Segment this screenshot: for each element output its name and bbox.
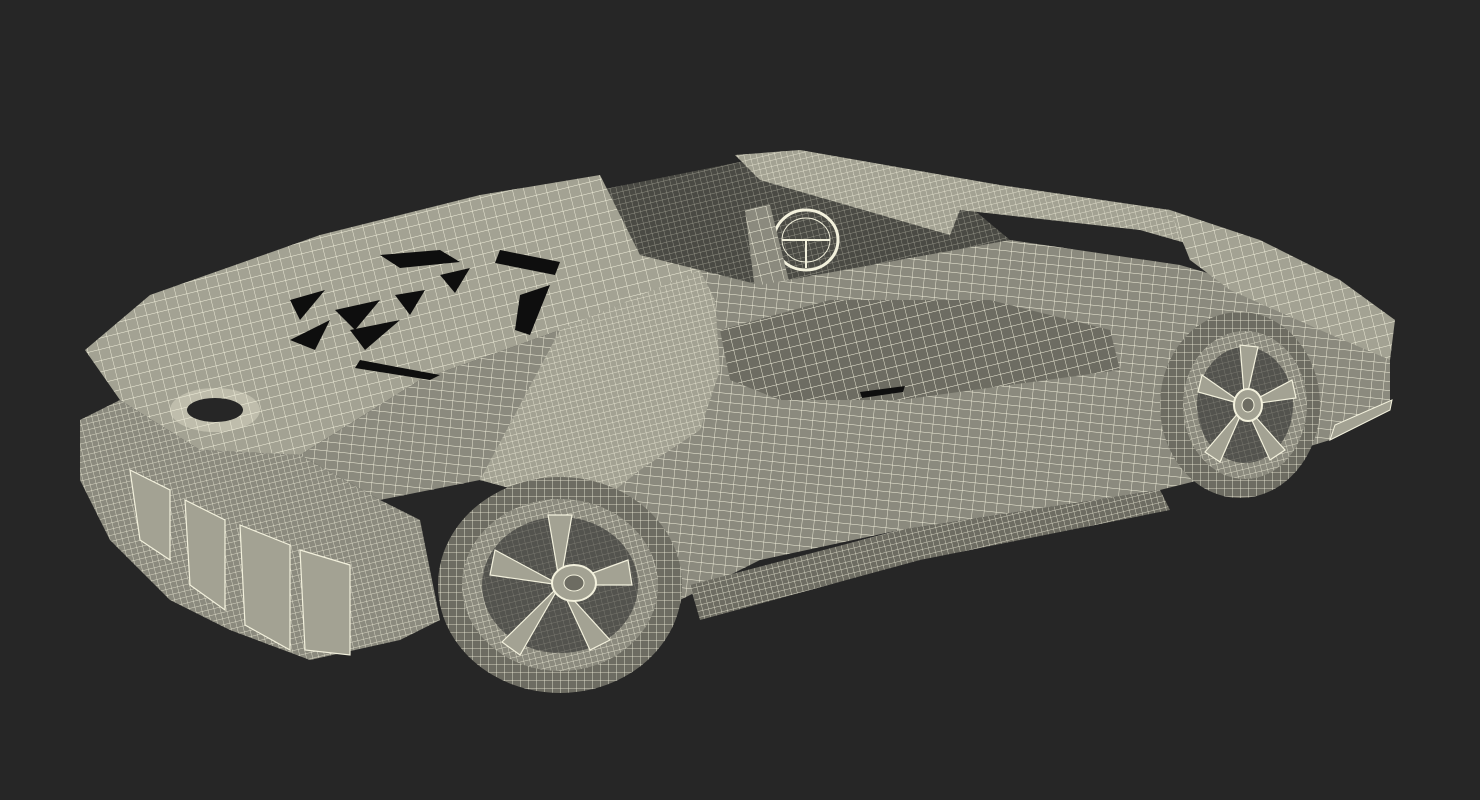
front-wheel — [1160, 312, 1320, 498]
exhaust — [170, 388, 260, 432]
render-viewport — [0, 0, 1480, 800]
car-render — [0, 0, 1480, 800]
rear-wheel — [438, 477, 682, 693]
